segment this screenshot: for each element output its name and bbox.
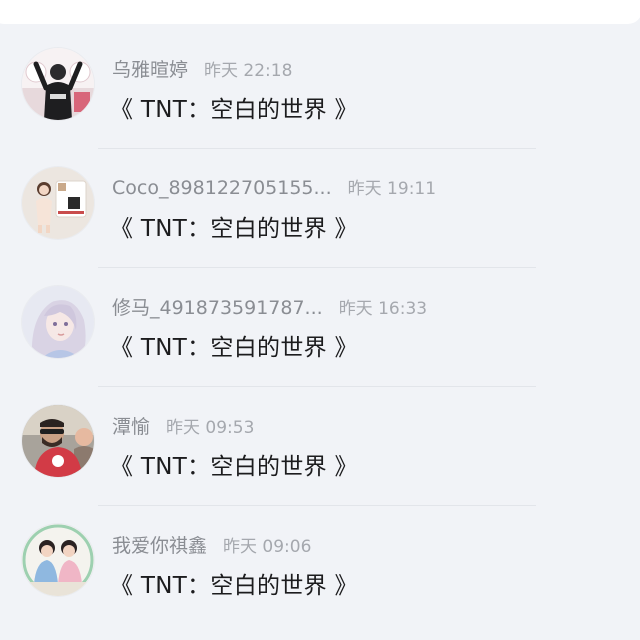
timestamp: 昨天 09:53 (166, 418, 255, 438)
comment-text: 《 TNT：空白的世界 》 (110, 216, 358, 242)
search-bar[interactable] (0, 0, 640, 24)
comment-list: 乌雅暄婷 昨天 22:18 《 TNT：空白的世界 》 Coco_8981227… (0, 30, 640, 625)
comment-item[interactable]: Coco_898122705155... 昨天 19:11 《 TNT：空白的世… (0, 149, 640, 268)
comment-text: 《 TNT：空白的世界 》 (110, 573, 358, 599)
user-name[interactable]: Coco_898122705155... (112, 177, 332, 199)
comment-text: 《 TNT：空白的世界 》 (110, 454, 358, 480)
timestamp: 昨天 16:33 (338, 299, 428, 319)
user-avatar[interactable] (22, 167, 94, 239)
user-name[interactable]: 乌雅暄婷 (112, 55, 188, 82)
comment-item[interactable]: 我爱你祺鑫 昨天 09:06 《 TNT：空白的世界 》 (0, 506, 640, 625)
user-avatar[interactable] (22, 524, 94, 596)
user-name[interactable]: 修马_491873591787... (112, 293, 323, 320)
comment-item[interactable]: 乌雅暄婷 昨天 22:18 《 TNT：空白的世界 》 (0, 30, 640, 149)
user-name[interactable]: 潭愉 (112, 412, 150, 439)
timestamp: 昨天 22:18 (204, 61, 293, 81)
user-avatar[interactable] (22, 405, 94, 477)
comment-text: 《 TNT：空白的世界 》 (110, 335, 358, 361)
timestamp: 昨天 09:06 (223, 537, 312, 557)
user-avatar[interactable] (22, 48, 94, 120)
comment-item[interactable]: 潭愉 昨天 09:53 《 TNT：空白的世界 》 (0, 387, 640, 506)
user-name[interactable]: 我爱你祺鑫 (112, 531, 207, 558)
comment-text: 《 TNT：空白的世界 》 (110, 97, 358, 123)
timestamp: 昨天 19:11 (347, 179, 437, 199)
comments-screen: 乌雅暄婷 昨天 22:18 《 TNT：空白的世界 》 Coco_8981227… (0, 0, 640, 640)
user-avatar[interactable] (22, 286, 94, 358)
comment-item[interactable]: 修马_491873591787... 昨天 16:33 《 TNT：空白的世界 … (0, 268, 640, 387)
